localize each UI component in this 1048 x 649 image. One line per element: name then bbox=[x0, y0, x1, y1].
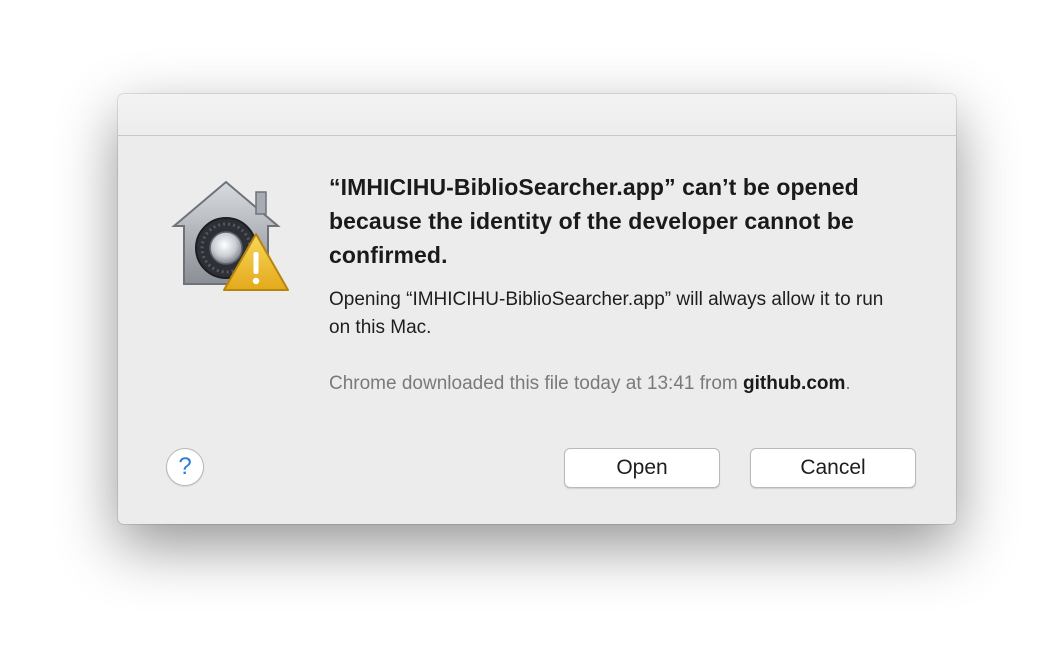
open-button[interactable]: Open bbox=[564, 448, 720, 488]
cancel-button[interactable]: Cancel bbox=[750, 448, 916, 488]
download-source-text: Chrome downloaded this file today at 13:… bbox=[329, 370, 909, 398]
security-alert-dialog: “IMHICIHU-BiblioSearcher.app” can’t be o… bbox=[118, 94, 956, 524]
alert-headline: “IMHICIHU-BiblioSearcher.app” can’t be o… bbox=[329, 174, 859, 268]
message-area: “IMHICIHU-BiblioSearcher.app” can’t be o… bbox=[329, 170, 909, 398]
download-source-prefix: Chrome downloaded this file today at 13:… bbox=[329, 373, 744, 394]
download-source-suffix: . bbox=[845, 373, 851, 394]
screen: “IMHICIHU-BiblioSearcher.app” can’t be o… bbox=[0, 0, 1048, 649]
download-source-domain: github.com bbox=[743, 373, 846, 394]
alert-informative-text: Opening “IMHICIHU-BiblioSearcher.app” wi… bbox=[329, 289, 884, 338]
help-button[interactable]: ? bbox=[166, 448, 204, 486]
dialog-titlebar[interactable] bbox=[118, 94, 956, 136]
gatekeeper-security-warning-icon bbox=[168, 176, 292, 294]
help-question-icon: ? bbox=[178, 453, 192, 480]
